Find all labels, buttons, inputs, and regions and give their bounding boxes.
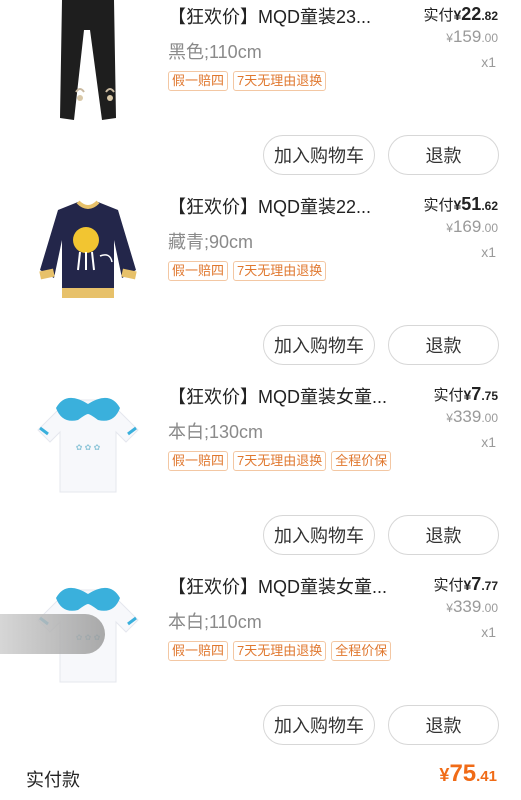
total-paid-label: 实付款 <box>26 770 80 790</box>
original-price-dec: .00 <box>481 31 498 45</box>
item-quantity: x1 <box>481 434 496 450</box>
item-title[interactable]: 【狂欢价】MQD童装女童... <box>168 383 408 409</box>
service-tag: 假一赔四 <box>168 451 229 471</box>
add-to-cart-button[interactable]: 加入购物车 <box>263 515 375 555</box>
actual-price-dec: .62 <box>481 199 498 213</box>
item-spec: 本白;130cm <box>168 422 264 442</box>
service-tag: 全程价保 <box>331 641 392 661</box>
original-price: ¥159.00 <box>446 27 498 47</box>
service-tags: 假一赔四 7天无理由退换 <box>168 261 327 281</box>
item-title[interactable]: 【狂欢价】MQD童装23... <box>168 3 400 29</box>
refund-button[interactable]: 退款 <box>388 325 499 365</box>
original-price-int: 339 <box>452 597 482 616</box>
original-price-symbol: ¥ <box>446 31 453 45</box>
total-dec: .41 <box>476 768 497 785</box>
original-price-dec: .00 <box>481 601 498 615</box>
refund-button[interactable]: 退款 <box>388 515 499 555</box>
actual-price-dec: .77 <box>481 579 498 593</box>
original-price: ¥339.00 <box>446 407 498 427</box>
actual-price: 实付¥22.82 <box>423 4 498 25</box>
service-tag: 假一赔四 <box>168 641 229 661</box>
actual-price: 实付¥7.75 <box>433 384 498 405</box>
item-spec: 藏青;90cm <box>168 232 254 252</box>
actual-price-int: 51 <box>461 194 482 214</box>
collar-shirt-thumbnail[interactable]: ✿ ✿ ✿ <box>18 380 158 510</box>
total-paid-amount: ¥75.41 <box>439 760 497 788</box>
item-spec: 黑色;110cm <box>168 42 262 62</box>
actual-price-int: 7 <box>471 574 482 594</box>
add-to-cart-button[interactable]: 加入购物车 <box>263 325 375 365</box>
item-spec: 本白;110cm <box>168 612 262 632</box>
original-price-symbol: ¥ <box>446 411 453 425</box>
original-price: ¥339.00 <box>446 597 498 617</box>
actual-price-int: 22 <box>461 4 482 24</box>
add-to-cart-button[interactable]: 加入购物车 <box>263 135 375 175</box>
actual-price-label: 实付 <box>423 7 454 24</box>
actual-price-label: 实付 <box>423 197 454 214</box>
original-price-dec: .00 <box>481 411 498 425</box>
actual-price-int: 7 <box>471 384 482 404</box>
original-price-int: 159 <box>452 27 482 46</box>
service-tag: 7天无理由退换 <box>233 451 327 471</box>
service-tag: 假一赔四 <box>168 261 229 281</box>
actual-price-label: 实付 <box>433 387 464 404</box>
add-to-cart-button[interactable]: 加入购物车 <box>263 705 375 745</box>
service-tag: 7天无理由退换 <box>233 71 327 91</box>
actual-price-dec: .75 <box>481 389 498 403</box>
original-price-int: 339 <box>452 407 482 426</box>
original-price-symbol: ¥ <box>446 601 453 615</box>
floating-blur-overlay <box>0 614 105 654</box>
sweater-thumbnail[interactable] <box>18 190 158 320</box>
service-tags: 假一赔四 7天无理由退换 全程价保 <box>168 451 392 471</box>
original-price: ¥169.00 <box>446 217 498 237</box>
item-quantity: x1 <box>481 244 496 260</box>
refund-button[interactable]: 退款 <box>388 135 499 175</box>
service-tags: 假一赔四 7天无理由退换 <box>168 71 327 91</box>
item-title[interactable]: 【狂欢价】MQD童装女童... <box>168 573 408 599</box>
refund-button[interactable]: 退款 <box>388 705 499 745</box>
original-price-dec: .00 <box>481 221 498 235</box>
total-symbol: ¥ <box>439 765 450 785</box>
service-tag: 7天无理由退换 <box>233 641 327 661</box>
item-quantity: x1 <box>481 624 496 640</box>
item-title[interactable]: 【狂欢价】MQD童装22... <box>168 193 400 219</box>
total-int: 75 <box>449 760 477 787</box>
svg-text:✿ ✿ ✿: ✿ ✿ ✿ <box>76 443 101 452</box>
actual-price-label: 实付 <box>433 577 464 594</box>
leggings-thumbnail[interactable] <box>18 0 158 130</box>
original-price-symbol: ¥ <box>446 221 453 235</box>
original-price-int: 169 <box>452 217 482 236</box>
actual-price: 实付¥7.77 <box>433 574 498 595</box>
item-quantity: x1 <box>481 54 496 70</box>
service-tag: 7天无理由退换 <box>233 261 327 281</box>
actual-price: 实付¥51.62 <box>423 194 498 215</box>
service-tags: 假一赔四 7天无理由退换 全程价保 <box>168 641 392 661</box>
service-tag: 假一赔四 <box>168 71 229 91</box>
actual-price-dec: .82 <box>481 9 498 23</box>
service-tag: 全程价保 <box>331 451 392 471</box>
